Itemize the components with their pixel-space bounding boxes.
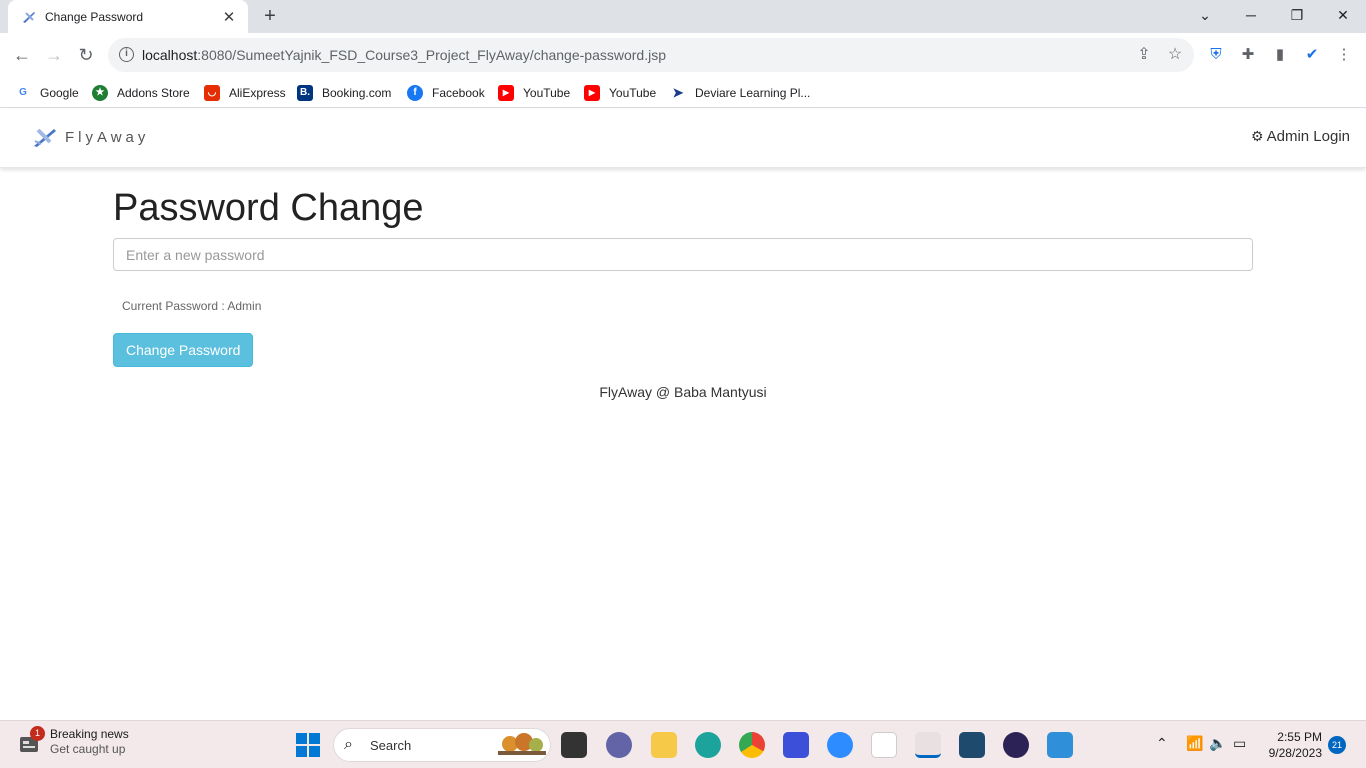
extension-shield-icon[interactable]: ⛨: [1206, 45, 1226, 65]
share-icon[interactable]: ⇪: [1135, 46, 1153, 64]
maximize-icon[interactable]: ❐: [1274, 0, 1320, 33]
active-browser-icon[interactable]: [915, 732, 941, 758]
bookmark-google[interactable]: G Google: [15, 83, 79, 103]
plane-logo-icon: [34, 128, 56, 147]
eclipse-icon[interactable]: [1003, 732, 1029, 758]
zoom-icon[interactable]: [827, 732, 853, 758]
bookmark-youtube-2[interactable]: ▶ YouTube: [584, 83, 656, 103]
site-info-icon[interactable]: i: [119, 47, 134, 62]
search-label: Search: [370, 738, 412, 753]
close-window-icon[interactable]: ✕: [1320, 0, 1366, 33]
chrome-menu-icon[interactable]: ⋮: [1334, 45, 1354, 65]
bookmark-facebook[interactable]: f Facebook: [407, 83, 485, 103]
windows-start-icon[interactable]: [295, 732, 321, 758]
google-icon: G: [15, 85, 31, 101]
deviare-icon: ➤: [670, 85, 686, 101]
taskbar-search[interactable]: ⌕ Search: [333, 728, 551, 762]
bookmark-deviare[interactable]: ➤ Deviare Learning Pl...: [670, 83, 810, 103]
tab-search-icon[interactable]: ⌄: [1182, 0, 1228, 33]
brand-link[interactable]: FlyAway: [32, 126, 149, 148]
admin-login-link[interactable]: ⚙ Admin Login: [1251, 128, 1350, 145]
taskbar: 1 Breaking news Get caught up ⌕ Search ⌃…: [0, 720, 1366, 768]
news-title: Breaking news: [50, 727, 129, 741]
stocks-icon[interactable]: [871, 732, 897, 758]
bookmark-addons-store[interactable]: ★ Addons Store: [92, 83, 190, 103]
task-view-icon[interactable]: [561, 732, 587, 758]
current-password-text: Current Password : Admin: [122, 299, 262, 313]
gear-icon: ⚙: [1251, 128, 1264, 144]
admin-login-label: Admin Login: [1266, 128, 1350, 145]
flyaway-favicon-icon: [23, 11, 35, 23]
extensions-puzzle-icon[interactable]: ✚: [1238, 45, 1258, 65]
news-badge: 1: [30, 726, 45, 741]
reload-icon[interactable]: ↻: [74, 43, 98, 67]
clock-date: 9/28/2023: [1268, 746, 1322, 760]
browser-toolbar: ← → ↻ i localhost:8080/SumeetYajnik_FSD_…: [0, 33, 1366, 77]
browser-tab[interactable]: Change Password ✕: [8, 0, 248, 33]
password-manager-icon[interactable]: ✔: [1302, 45, 1322, 65]
bookmark-aliexpress[interactable]: ◡ AliExpress: [204, 83, 286, 103]
app-m-icon[interactable]: [783, 732, 809, 758]
tray-chevron-icon[interactable]: ⌃: [1156, 735, 1168, 752]
tab-title: Change Password: [45, 9, 144, 24]
aliexpress-icon: ◡: [204, 85, 220, 101]
file-explorer-icon[interactable]: [651, 732, 677, 758]
photos-icon[interactable]: [1047, 732, 1073, 758]
volume-icon[interactable]: 🔈: [1209, 735, 1226, 752]
close-tab-icon[interactable]: ✕: [220, 8, 238, 26]
teams-chat-icon[interactable]: [606, 732, 632, 758]
search-icon: ⌕: [344, 736, 353, 753]
minimize-icon[interactable]: ─: [1228, 0, 1274, 33]
url-text: localhost:8080/SumeetYajnik_FSD_Course3_…: [142, 47, 666, 63]
news-subtitle: Get caught up: [50, 742, 126, 756]
booking-icon: B.: [297, 85, 313, 101]
back-icon[interactable]: ←: [10, 43, 34, 67]
facebook-icon: f: [407, 85, 423, 101]
bookmark-booking[interactable]: B. Booking.com: [297, 83, 391, 103]
chrome-icon[interactable]: [739, 732, 765, 758]
youtube-icon: ▶: [584, 85, 600, 101]
new-password-input[interactable]: [113, 238, 1253, 271]
brand-name: FlyAway: [65, 128, 150, 146]
address-bar[interactable]: i localhost:8080/SumeetYajnik_FSD_Course…: [108, 38, 1194, 72]
main-content: Password Change Current Password : Admin…: [113, 168, 1253, 367]
battery-icon[interactable]: ▭: [1233, 735, 1246, 752]
clock-time: 2:55 PM: [1277, 730, 1322, 744]
news-widget[interactable]: 1 Breaking news Get caught up: [18, 726, 129, 756]
bookmarks-bar: G Google ★ Addons Store ◡ AliExpress B. Book…: [0, 77, 1366, 108]
page-title: Password Change: [113, 187, 424, 229]
news-icon: 1: [18, 726, 45, 756]
change-password-button[interactable]: Change Password: [113, 333, 254, 367]
browser-tab-strip: Change Password ✕ + ⌄ ─ ❐ ✕: [0, 0, 1366, 33]
bookmark-youtube-1[interactable]: ▶ YouTube: [498, 83, 570, 103]
addons-store-icon: ★: [92, 85, 108, 101]
mysql-workbench-icon[interactable]: [959, 732, 985, 758]
page-footer: FlyAway @ Baba Mantyusi: [599, 384, 767, 400]
search-highlight-icon: [498, 733, 546, 755]
notification-badge[interactable]: 21: [1328, 736, 1346, 754]
new-tab-icon[interactable]: +: [258, 4, 282, 28]
youtube-icon: ▶: [498, 85, 514, 101]
side-panel-icon[interactable]: ▮: [1270, 45, 1290, 65]
edge-icon[interactable]: [695, 732, 721, 758]
taskbar-clock[interactable]: 2:55 PM 9/28/2023: [1269, 729, 1322, 761]
wifi-icon[interactable]: 📶: [1186, 735, 1203, 752]
site-navbar: FlyAway ⚙ Admin Login: [0, 109, 1366, 168]
bookmark-star-icon[interactable]: ☆: [1166, 46, 1184, 64]
forward-icon[interactable]: →: [42, 43, 66, 67]
